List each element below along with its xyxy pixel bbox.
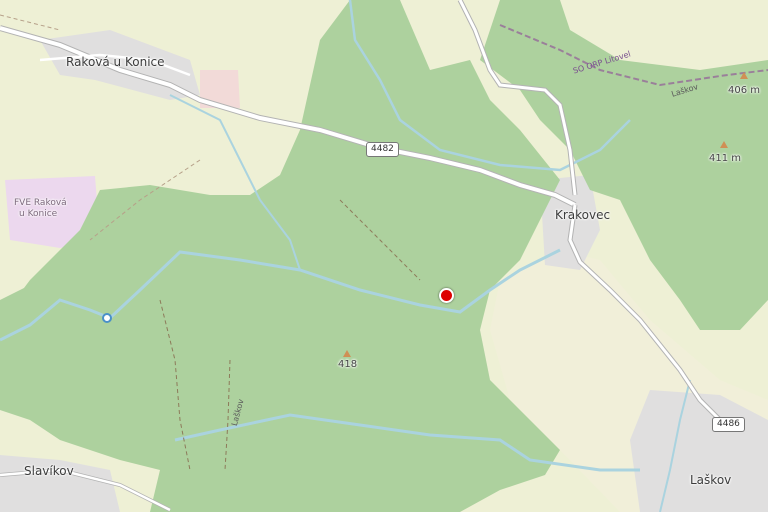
place-label-slavikov: Slavíkov xyxy=(24,464,74,478)
road-shield-4486: 4486 xyxy=(712,417,745,432)
map-canvas[interactable]: Raková u Konice Krakovec Slavíkov Laškov… xyxy=(0,0,768,512)
place-label-laskov: Laškov xyxy=(690,473,732,487)
mill-icon xyxy=(102,313,112,323)
location-marker-icon[interactable] xyxy=(439,288,454,303)
place-label-rakova: Raková u Konice xyxy=(66,55,165,69)
peak-label-418: 418 xyxy=(338,359,358,370)
fve-label-line1: FVE Raková xyxy=(14,198,67,208)
fve-label-line2: u Konice xyxy=(19,209,58,219)
map-graphics xyxy=(0,0,768,512)
peak-label-406: 406 m xyxy=(728,85,761,96)
place-label-krakovec: Krakovec xyxy=(555,208,611,222)
peak-label-411: 411 m xyxy=(709,153,742,164)
road-shield-4482: 4482 xyxy=(366,142,399,157)
